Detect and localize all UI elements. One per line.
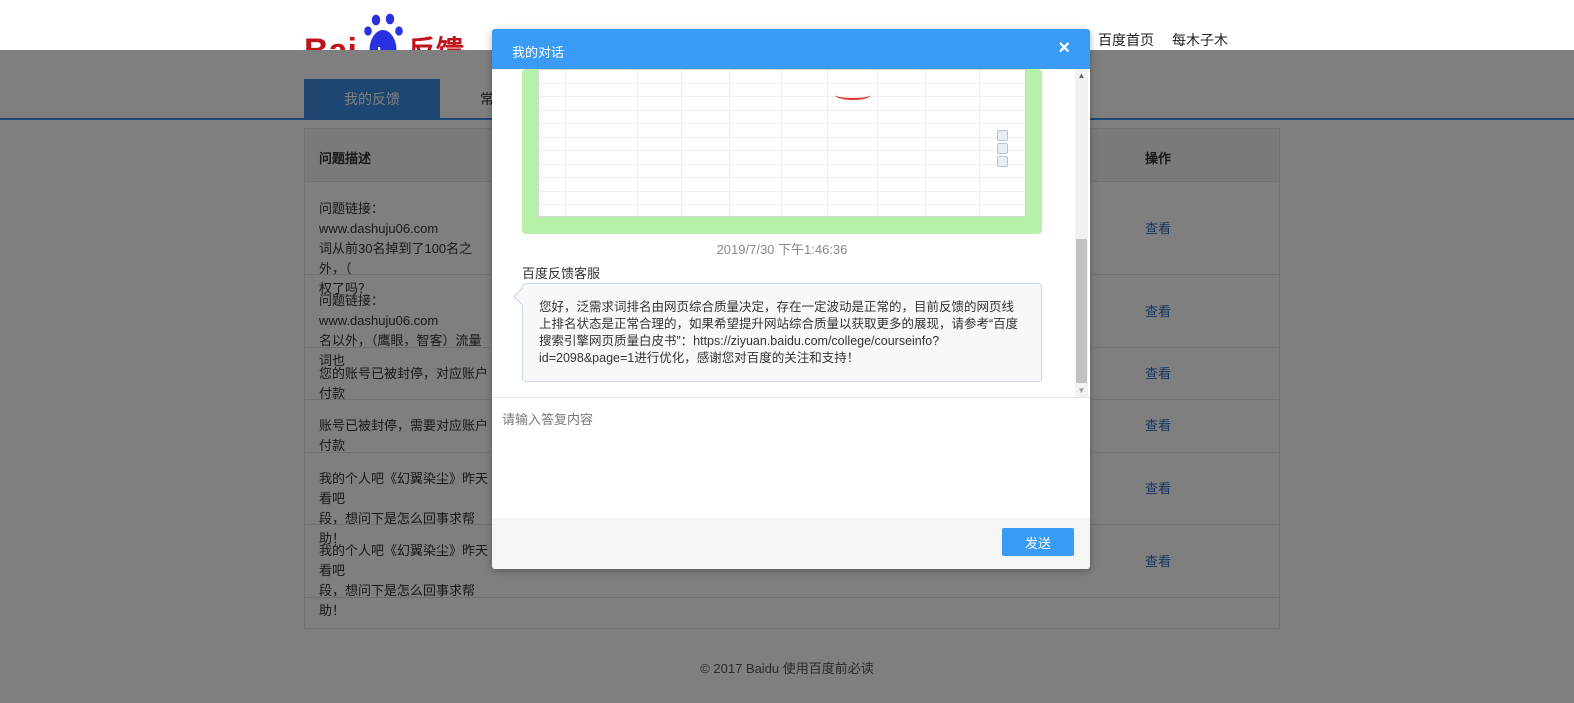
close-icon[interactable]: × [1058,37,1070,59]
scroll-thumb[interactable] [1076,239,1087,383]
dialog-title: 我的对话 [512,45,565,60]
conversation-scrollbar[interactable]: ▲ ▼ [1075,69,1088,397]
divider [492,397,1090,398]
dialog-footer: 发送 [492,518,1090,569]
screenshot-table-image [538,69,1026,217]
send-button[interactable]: 发送 [1002,528,1074,556]
attached-screenshot[interactable] [522,69,1042,234]
message-bubble: 您好，泛需求词排名由网页综合质量决定，存在一定波动是正常的，目前反馈的网页线上排… [522,283,1042,382]
top-nav: 百度首页 每木子木 [1098,30,1228,50]
message-timestamp: 2019/7/30 下午1:46:36 [716,242,848,257]
conversation-area: 2019/7/30 下午1:46:36 百度反馈客服 您好，泛需求词排名由网页综… [492,69,1090,397]
nav-baidu-home[interactable]: 百度首页 [1098,30,1154,50]
screenshot-side-controls [997,130,1009,170]
dialog-header: 我的对话 × [492,29,1090,69]
nav-username[interactable]: 每木子木 [1172,30,1228,50]
scroll-up-icon[interactable]: ▲ [1075,69,1088,82]
reply-input[interactable] [502,409,1080,509]
message-sender: 百度反馈客服 [522,266,601,281]
scroll-down-icon[interactable]: ▼ [1075,384,1088,397]
conversation-dialog: 我的对话 × 2019/7/30 下午1:46:36 百度反馈客服 您好，泛需求… [492,29,1090,569]
